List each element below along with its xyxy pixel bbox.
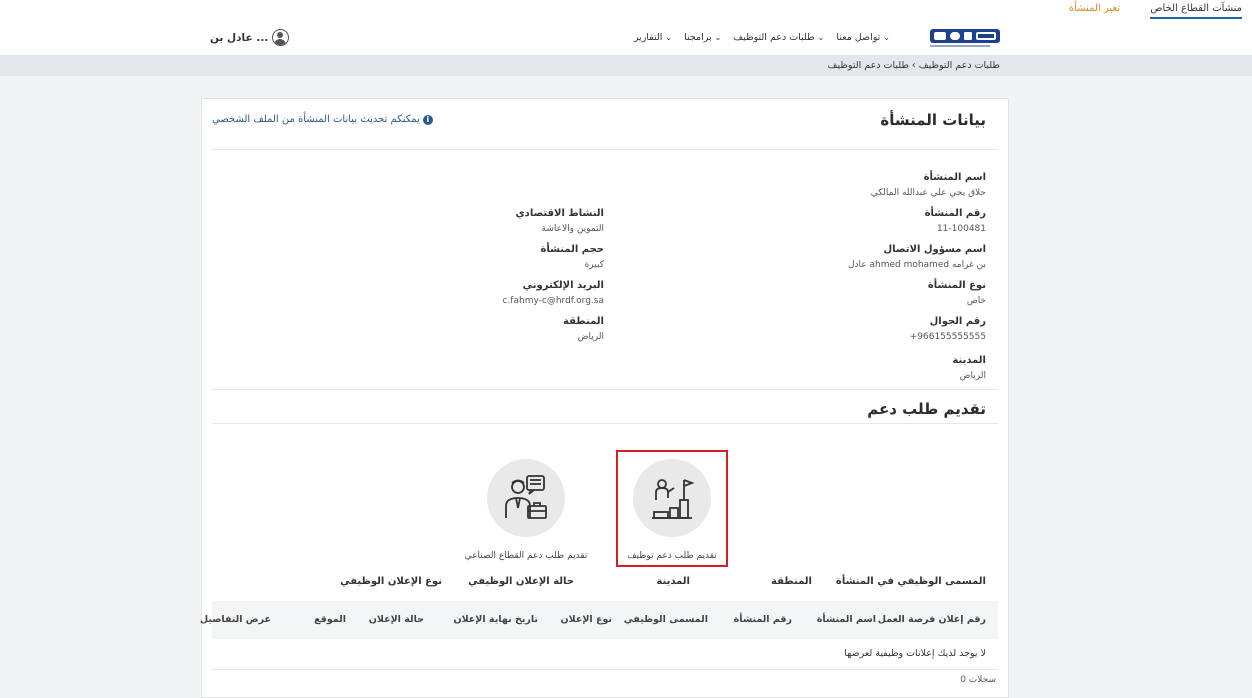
employment-support-circle: [633, 459, 711, 537]
column-header[interactable]: تاريخ نهاية الإعلان: [453, 614, 538, 625]
facility-name-label: اسم المنشأة: [923, 172, 986, 183]
job-growth-icon: [652, 479, 695, 519]
employment-support-label: تقديم طلب دعم توظيف: [627, 551, 717, 561]
update-profile-link[interactable]: يمكنكم تحديث بيانات المنشأة من الملف الش…: [212, 114, 433, 125]
facility-type-value: خاص: [966, 296, 986, 306]
info-icon: i: [422, 114, 433, 125]
mobile-label: رقم الجوال: [929, 316, 986, 327]
filter-city[interactable]: المدينة: [656, 576, 690, 587]
industrial-support-label: تقديم طلب دعم القطاع الصناعي: [464, 551, 588, 561]
column-header[interactable]: نوع الإعلان: [561, 614, 612, 625]
chevron-down-icon: ⌄: [714, 33, 722, 42]
divider: [212, 389, 998, 390]
user-menu[interactable]: عادل بن ...: [210, 29, 290, 46]
support-section-title: تقديم طلب دعم: [867, 400, 986, 418]
avatar-icon: [272, 29, 290, 46]
empty-message: لا يوجد لديك إعلانات وظيفية لعرضها: [844, 648, 986, 659]
top-bar: منشآت القطاع الخاص تغير المنشأة: [0, 0, 1252, 20]
facility-card: بيانات المنشأة يمكنكم تحديث بيانات المنش…: [200, 98, 1009, 698]
table-row: لا يوجد لديك إعلانات وظيفية لعرضها: [212, 639, 998, 670]
tab-private-sector[interactable]: منشآت القطاع الخاص: [1150, 3, 1242, 19]
contact-person-label: اسم مسؤول الاتصال: [883, 244, 986, 255]
industrial-support-option[interactable]: تقديم طلب دعم القطاع الصناعي: [460, 459, 592, 561]
chevron-down-icon: ⌄: [883, 33, 890, 42]
divider: [212, 423, 998, 424]
city-value: الرياض: [959, 371, 986, 381]
filter-region[interactable]: المنطقة: [771, 576, 812, 587]
records-count: 0 سجلات: [960, 675, 996, 685]
facility-number-value: 11-100481: [936, 224, 986, 234]
city-label: المدينة: [952, 355, 986, 366]
facility-name-value: حلاق يحي علي عبدالله المالكي: [870, 188, 986, 198]
chevron-down-icon: ⌄: [817, 33, 825, 42]
facility-section-title: بيانات المنشأة: [880, 111, 986, 129]
email-value: c.fahmy-c@hrdf.org.sa: [502, 296, 605, 306]
nav-contact[interactable]: تواصل معنا ⌄: [836, 32, 892, 43]
main-navbar: تواصل معنا ⌄ طلبات دعم التوظيف ⌄ برامجنا…: [0, 20, 1252, 56]
region-label: المنطقة: [563, 316, 604, 327]
industrial-support-circle: [487, 459, 565, 537]
filter-ad-status[interactable]: حالة الإعلان الوظيفي: [468, 576, 574, 587]
user-name: عادل بن ...: [210, 31, 269, 44]
facility-size-label: حجم المنشأة: [540, 244, 604, 255]
column-header[interactable]: الموقع: [314, 614, 346, 625]
table-header: رقم إعلان فرصة العمل اسم المنشأة رقم الم…: [200, 601, 998, 639]
facility-size-value: كبيرة: [584, 260, 604, 270]
facility-type-label: نوع المنشأة: [927, 280, 986, 291]
nav-reports[interactable]: التقارير ⌄: [634, 32, 674, 43]
tab-change-facility[interactable]: تغير المنشأة: [1069, 3, 1120, 14]
chevron-down-icon: ⌄: [665, 33, 673, 42]
nav-programs[interactable]: برامجنا ⌄: [684, 32, 723, 43]
filter-job-title[interactable]: المسمى الوظيفي في المنشأة: [836, 576, 986, 587]
nav-menu: تواصل معنا ⌄ طلبات دعم التوظيف ⌄ برامجنا…: [634, 32, 892, 43]
column-header[interactable]: رقم إعلان فرصة العمل: [878, 614, 986, 625]
contact-person-value: عادل ahmed mohamed بن غرامه: [847, 260, 986, 270]
economic-activity-label: النشاط الاقتصادي: [515, 208, 604, 219]
nav-employment-requests[interactable]: طلبات دعم التوظيف ⌄: [733, 32, 826, 43]
region-value: الرياض: [577, 332, 604, 342]
mobile-value: +966155555555: [909, 332, 986, 342]
column-header[interactable]: حالة الإعلان: [369, 614, 424, 625]
breadcrumb-bar: طلبات دعم التوظيف › طلبات دعم التوظيف: [0, 56, 1252, 76]
column-header[interactable]: رقم المنشأة: [734, 614, 792, 625]
employment-support-option[interactable]: تقديم طلب دعم توظيف: [616, 450, 728, 567]
divider: [212, 149, 998, 150]
businessman-icon: [505, 475, 547, 519]
column-header[interactable]: اسم المنشأة: [817, 614, 876, 625]
hadaf-logo[interactable]: [916, 23, 1002, 51]
facility-number-label: رقم المنشأة: [924, 208, 986, 219]
column-header[interactable]: عرض التفاصيل: [200, 614, 271, 625]
economic-activity-value: التموين والاعاشة: [541, 224, 605, 234]
filter-ad-type[interactable]: نوع الإعلان الوظيفي: [340, 576, 442, 587]
email-label: البريد الإلكتروني: [522, 280, 604, 291]
breadcrumb[interactable]: طلبات دعم التوظيف › طلبات دعم التوظيف: [828, 60, 1000, 71]
column-header[interactable]: المسمى الوظيفي: [624, 614, 708, 625]
